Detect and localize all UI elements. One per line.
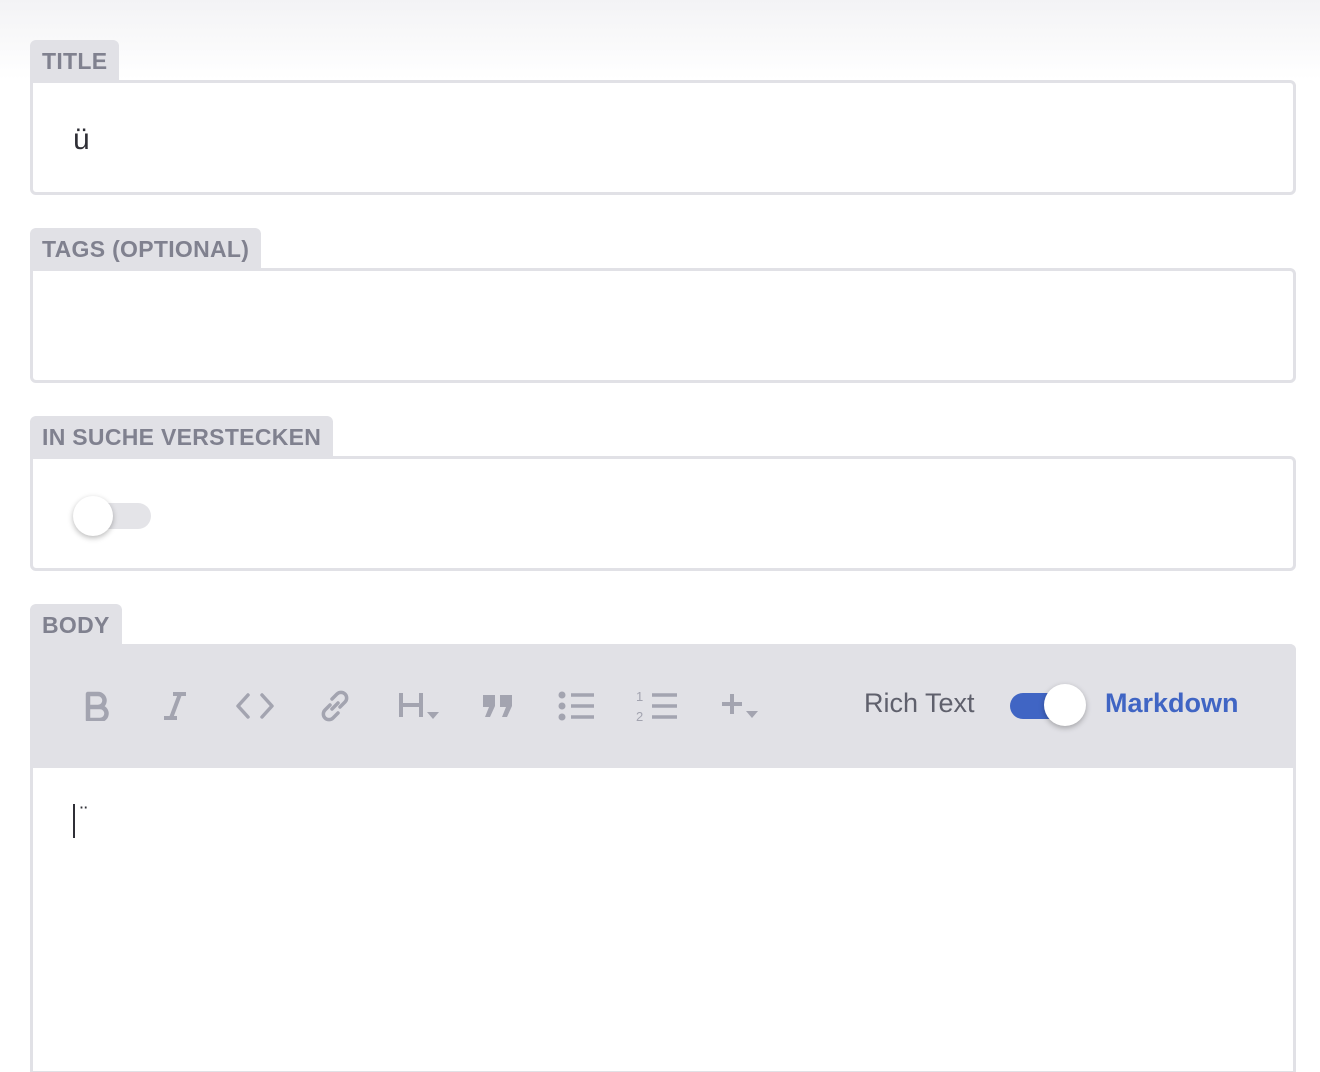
tags-label: TAGS (OPTIONAL) (30, 228, 262, 270)
italic-icon (164, 692, 186, 720)
link-icon (321, 690, 349, 722)
hide-in-search-label: IN SUCHE VERSTECKEN (30, 416, 334, 458)
edit-form: TITLE ü TAGS (OPTIONAL) IN SUCHE VERSTEC… (0, 0, 1320, 1072)
body-content: ¨ (77, 804, 91, 829)
hide-in-search-field: IN SUCHE VERSTECKEN (30, 416, 1296, 571)
markdown-text-area[interactable]: ¨ (73, 804, 90, 838)
editor-toolbar: 1 2 Rich Text Markdown (30, 644, 1296, 768)
body-label: BODY (30, 604, 122, 646)
heading-dropdown-icon (399, 693, 439, 719)
toggle-knob (73, 496, 113, 536)
hide-in-search-toggle[interactable] (73, 496, 153, 536)
ordered-list-button[interactable]: 1 2 (632, 684, 682, 728)
quote-icon (483, 695, 512, 717)
bullet-list-button[interactable] (552, 684, 602, 728)
bullet-list-icon (558, 691, 594, 721)
title-label: TITLE (30, 40, 120, 82)
code-button[interactable] (230, 684, 280, 728)
hide-in-search-box (30, 456, 1296, 571)
title-field: TITLE ü (30, 40, 1296, 195)
toggle-knob (1044, 684, 1086, 726)
title-input-value: ü (73, 123, 90, 156)
title-input[interactable]: ü (30, 80, 1296, 195)
svg-text:1: 1 (636, 689, 643, 704)
bold-button[interactable] (72, 684, 122, 728)
quote-button[interactable] (473, 684, 523, 728)
body-field: BODY 1 2 Rich Text Markdown ¨ (30, 604, 1296, 1072)
plus-dropdown-icon (722, 694, 758, 718)
bold-icon (85, 691, 109, 721)
insert-button[interactable] (712, 684, 772, 728)
rich-text-label[interactable]: Rich Text (864, 688, 975, 719)
text-caret (73, 804, 75, 838)
tags-field: TAGS (OPTIONAL) (30, 228, 1296, 383)
code-icon (236, 693, 274, 719)
ordered-list-icon: 1 2 (636, 689, 677, 723)
svg-text:2: 2 (636, 709, 643, 723)
link-button[interactable] (310, 684, 360, 728)
italic-button[interactable] (150, 684, 200, 728)
heading-button[interactable] (390, 684, 450, 728)
tags-input[interactable] (30, 268, 1296, 383)
body-editor: 1 2 Rich Text Markdown ¨ (30, 644, 1296, 1072)
markdown-label[interactable]: Markdown (1105, 688, 1239, 719)
editor-mode-toggle[interactable] (1010, 684, 1088, 728)
